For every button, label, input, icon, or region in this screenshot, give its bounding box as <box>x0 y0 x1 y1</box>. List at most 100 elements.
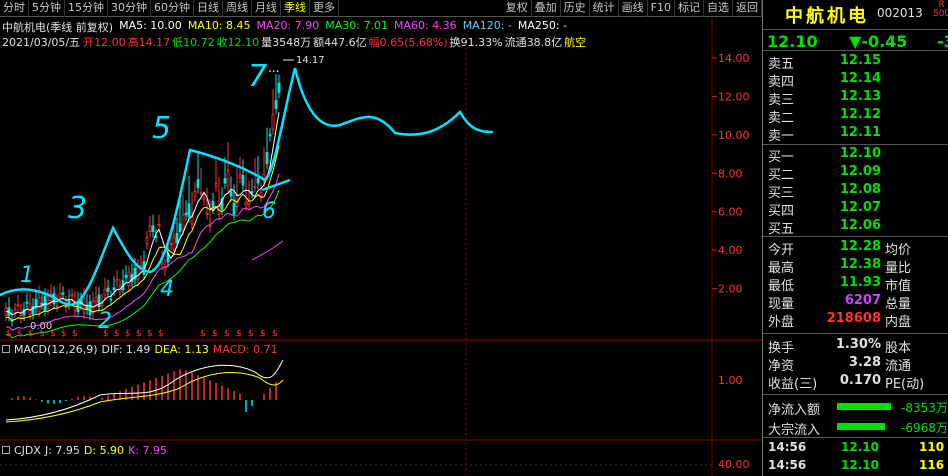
candle-body <box>277 82 281 93</box>
trade-mark: $ <box>6 329 12 339</box>
hand-drawn-number: 3 <box>68 191 87 226</box>
candle-body <box>202 197 206 201</box>
ask-row[interactable]: 卖一 12.11 <box>763 124 948 144</box>
stat-value: 6207 <box>844 293 881 308</box>
ask-row[interactable]: 卖二 12.12 <box>763 106 948 126</box>
tick-price: 12.10 <box>841 440 879 454</box>
hand-drawn-number: 1 <box>20 263 34 288</box>
kline-chart[interactable]: 14.00 12.00 10.00 8.00 6.00 4.00 2.00 1.00 40.00… <box>0 0 762 476</box>
stat-value: 3.28 <box>848 355 881 370</box>
panel-box-icon[interactable] <box>2 345 10 353</box>
ask-row[interactable]: 卖四 12.14 <box>763 70 948 90</box>
candle-body <box>64 306 68 309</box>
ask-price: 12.15 <box>839 53 881 68</box>
hand-drawn-stroke <box>261 178 291 192</box>
bid-price: 12.09 <box>839 164 881 179</box>
candle-body <box>172 237 176 251</box>
y-tick-label: 12.00 <box>718 90 750 103</box>
flow-value: -8353万 <box>901 401 948 415</box>
divider <box>763 437 948 438</box>
bid-row[interactable]: 买二 12.09 <box>763 163 948 183</box>
candle-body <box>55 304 59 307</box>
stat-label: 收益(三) <box>768 377 818 392</box>
panel-box-icon[interactable] <box>2 446 10 454</box>
ask-price: 12.13 <box>839 89 881 104</box>
bid-price: 12.06 <box>839 218 881 233</box>
trade-mark: $ <box>39 329 45 339</box>
candle-body <box>199 192 203 195</box>
ask-price: 12.12 <box>839 107 881 122</box>
candle-body <box>157 223 161 226</box>
stock-code: 002013 <box>877 6 923 20</box>
tick-price: 12.10 <box>841 458 879 472</box>
y-tick-label: 2.00 <box>718 283 743 296</box>
trade-mark: $ <box>61 329 67 339</box>
ask-row[interactable]: 卖三 12.13 <box>763 88 948 108</box>
candle-body <box>265 151 269 164</box>
candle-body <box>229 190 233 197</box>
candle-body <box>208 225 212 228</box>
candle-body <box>145 237 149 244</box>
high-label: 14.17 <box>296 55 325 66</box>
candle-body <box>16 304 20 307</box>
ask-row[interactable]: 卖五 12.15 <box>763 52 948 72</box>
bid-row[interactable]: 买三 12.08 <box>763 181 948 201</box>
macd-panel <box>5 359 284 423</box>
candle-body <box>193 191 197 197</box>
candle-body <box>259 192 263 197</box>
candle-body <box>115 278 119 282</box>
trade-mark: $ <box>272 329 278 339</box>
stat-row: 净资 3.28 流通 <box>763 354 948 374</box>
trade-mark: $ <box>147 329 153 339</box>
cjdx-name: CJDX <box>14 444 41 457</box>
flow-row: 净流入额 -8353万 <box>763 397 948 418</box>
candle-body <box>178 223 182 233</box>
price-row: 12.10 ▼-0.45 -3 <box>763 29 948 51</box>
trade-mark: $ <box>114 329 120 339</box>
cjdx-j: J: 7.95 <box>44 444 80 457</box>
stat-label-2: PE(动) <box>885 377 925 392</box>
quote-panel: 中航机电 002013 R500 12.10 ▼-0.45 -3 卖五12.15… <box>762 0 948 476</box>
candle-body <box>223 178 227 184</box>
current-price: 12.10 <box>767 32 818 51</box>
candle-body <box>103 288 107 296</box>
divider <box>763 236 948 237</box>
candle-body <box>88 301 92 316</box>
bid-row[interactable]: 买四 12.07 <box>763 199 948 219</box>
stat-value: 12.28 <box>839 239 881 254</box>
bid-row[interactable]: 买五 12.06 <box>763 217 948 237</box>
ma-lines <box>5 112 284 339</box>
ask-price: 12.11 <box>839 125 881 140</box>
y-tick-label: 4.00 <box>718 244 743 257</box>
price-change: ▼-0.45 <box>849 32 908 51</box>
y-tick-label: 6.00 <box>718 206 743 219</box>
candle-body <box>61 292 65 295</box>
trade-mark: $ <box>200 329 206 339</box>
candle-body <box>247 200 251 205</box>
candle-body <box>196 179 200 188</box>
candle-body <box>151 225 155 233</box>
price-change-pct: -3 <box>937 32 948 51</box>
r-badge[interactable]: R 500 <box>933 1 948 19</box>
divider <box>763 394 948 395</box>
stock-terminal: 分时 5分钟 15分钟 30分钟 60分钟 日线 周线 月线 季线 更多 复权 叠加 历史 统计 画线 F1… <box>0 0 948 476</box>
chart-grid <box>0 18 762 476</box>
hand-drawn-number: 5 <box>152 111 171 146</box>
tick-time: 14:56 <box>768 458 807 472</box>
macd-value: MACD: 0.71 <box>212 343 278 356</box>
hand-drawn-number: 4 <box>160 277 174 302</box>
candle-body <box>226 170 230 187</box>
candle-body <box>181 214 185 231</box>
candle-body <box>97 294 101 308</box>
stat-value: 218608 <box>826 311 881 326</box>
trade-mark: $ <box>136 329 142 339</box>
candle-body <box>238 174 242 178</box>
candle-body <box>232 202 236 216</box>
candle-body <box>85 305 89 310</box>
candle-body <box>184 212 188 216</box>
flow-value: -6968万 <box>901 421 948 435</box>
bid-row[interactable]: 买一 12.10 <box>763 145 948 165</box>
trade-mark: $ <box>236 329 242 339</box>
macd-tick-label: 1.00 <box>718 374 743 387</box>
candle-body <box>124 274 128 278</box>
